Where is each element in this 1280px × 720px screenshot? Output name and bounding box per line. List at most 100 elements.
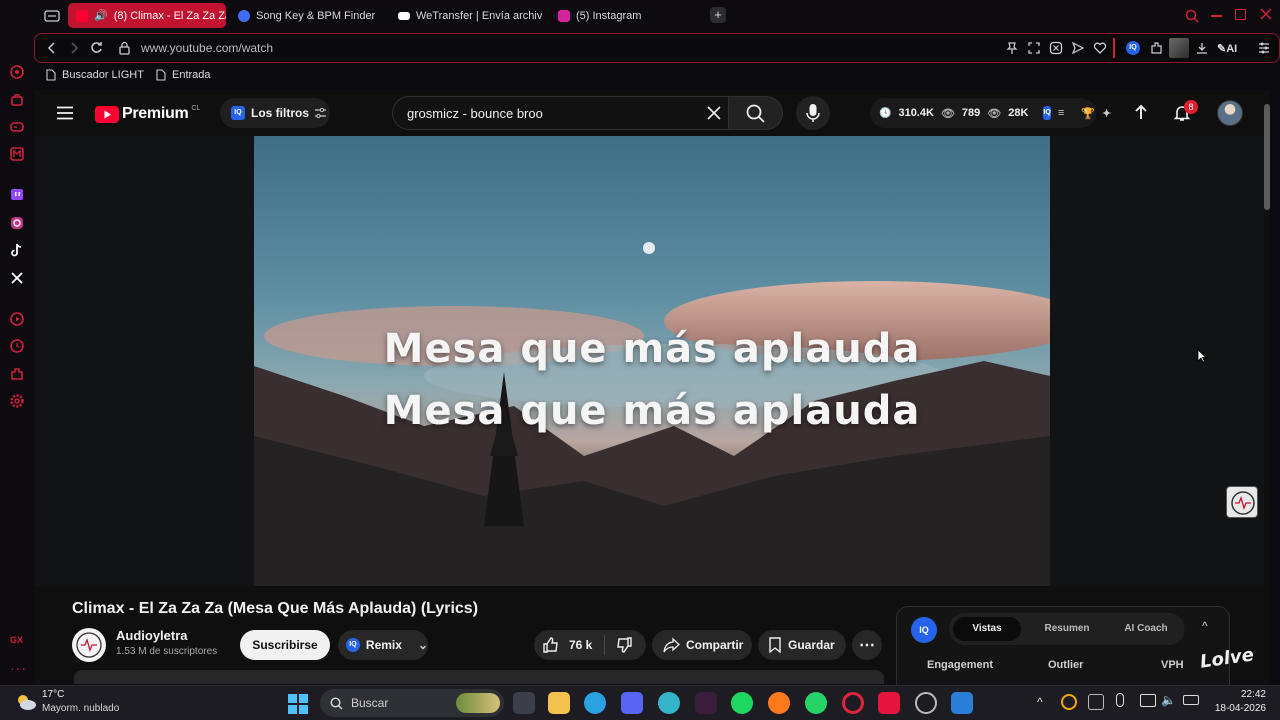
search-input[interactable]: grosmicz - bounce broo (392, 96, 729, 130)
tab-vistas[interactable]: Vistas (953, 617, 1021, 641)
discord-icon[interactable] (621, 692, 643, 714)
new-tab-button[interactable]: + (710, 7, 726, 23)
taskbar-search-box[interactable]: Buscar (320, 689, 504, 717)
adblock-icon[interactable] (1049, 41, 1063, 55)
gamepad-icon[interactable] (9, 119, 25, 135)
tab-youtube[interactable]: 🔊 (8) Climax - El Za Za Za (68, 3, 226, 28)
twitch-icon[interactable] (9, 187, 25, 203)
display-tray-icon[interactable] (1140, 694, 1156, 707)
telegram-icon[interactable] (584, 692, 606, 714)
more-actions-button[interactable]: ⋯ (852, 630, 882, 660)
vegas-app-icon[interactable] (695, 692, 717, 714)
clock-icon: 🕓 (879, 107, 892, 119)
settings-gear-icon[interactable] (9, 393, 25, 409)
profile-thumbnail-icon[interactable] (1169, 38, 1189, 58)
vidiq-extension-icon[interactable]: IQ (1126, 41, 1140, 55)
ai-button[interactable]: ✎AI (1217, 42, 1237, 55)
vidiq-filters-button[interactable]: IQ Los filtros (220, 98, 330, 128)
tab-ai-coach[interactable]: AI Coach (1111, 617, 1181, 641)
weather-cloud-icon[interactable] (15, 692, 37, 712)
vidiq-stats-bar[interactable]: 🕓 310.4K 👁 789 👁 28K IQ ≡ 🏆 ✦ (870, 98, 1111, 128)
workspace-icon[interactable] (9, 92, 25, 108)
sync-tray-icon[interactable] (1061, 694, 1077, 710)
scrollbar-thumb[interactable] (1264, 104, 1270, 210)
battery-tray-icon[interactable] (1183, 695, 1199, 705)
video-details: Climax - El Za Za Za (Mesa Que Más Aplau… (34, 586, 1270, 685)
search-button[interactable] (729, 96, 783, 130)
minimize-button[interactable] (1211, 15, 1222, 17)
tab-instagram[interactable]: (5) Instagram (550, 3, 690, 28)
voice-search-button[interactable] (796, 96, 830, 130)
clear-search-icon[interactable] (707, 106, 721, 120)
spotify-icon[interactable] (731, 692, 753, 714)
tiktok-icon[interactable] (9, 242, 25, 258)
weather-temp[interactable]: 17°C (42, 689, 64, 700)
wifi-off-tray-icon[interactable] (1088, 694, 1104, 710)
file-explorer-icon[interactable] (548, 692, 570, 714)
tab-resumen[interactable]: Resumen (1033, 617, 1101, 641)
lock-icon[interactable] (119, 41, 130, 55)
share-button[interactable]: Compartir (652, 630, 752, 660)
aria-icon[interactable] (9, 64, 25, 80)
player-icon[interactable] (9, 311, 25, 327)
collapse-chevron-icon[interactable]: ^ (1202, 619, 1208, 633)
instagram-icon[interactable] (9, 215, 25, 231)
vidiq-logo-icon[interactable]: IQ (911, 617, 937, 643)
history-icon[interactable] (9, 338, 25, 354)
photos-app-icon[interactable] (951, 692, 973, 714)
url-field[interactable]: www.youtube.com/watch (141, 41, 273, 55)
tab-menu-icon[interactable] (44, 9, 60, 23)
volume-tray-icon[interactable]: 🔈 (1161, 693, 1176, 707)
clock-time[interactable]: 22:42 (1214, 689, 1266, 700)
video-frame[interactable]: Mesa que más aplauda Mesa que más aplaud… (254, 136, 1050, 586)
heart-icon[interactable] (1093, 41, 1107, 55)
microphone-tray-icon[interactable] (1116, 693, 1124, 707)
bookmark-buscador-light[interactable]: Buscador LIGHT (46, 69, 144, 81)
channel-name[interactable]: Audioyletra (116, 628, 188, 643)
puzzle-extension-icon[interactable] (1149, 41, 1163, 55)
whatsapp-icon[interactable] (805, 692, 827, 714)
page-scrollbar[interactable] (1264, 90, 1270, 685)
search-tabs-icon[interactable] (1185, 9, 1199, 23)
tray-chevron-icon[interactable]: ^ (1037, 695, 1043, 709)
upload-icon[interactable] (1133, 104, 1149, 122)
video-player[interactable]: Mesa que más aplauda Mesa que más aplaud… (36, 136, 1268, 586)
restore-button[interactable] (1235, 9, 1246, 20)
bookmark-entrada[interactable]: Entrada (156, 69, 211, 81)
mail-icon[interactable] (9, 146, 25, 162)
description-box[interactable] (74, 670, 884, 684)
pin-icon[interactable] (1005, 41, 1019, 55)
refresh-app-icon[interactable] (915, 692, 937, 714)
easy-setup-icon[interactable] (1257, 41, 1271, 55)
save-button[interactable]: Guardar (758, 630, 846, 660)
document-icon (156, 69, 166, 81)
tiktok-app-icon[interactable] (878, 692, 900, 714)
clock-date[interactable]: 18-04-2026 (1205, 703, 1266, 714)
like-count[interactable]: 76 k (569, 638, 592, 652)
channel-avatar[interactable] (72, 628, 106, 662)
remix-button[interactable]: IQ Remix ⌄ (338, 630, 428, 660)
tab-songkey[interactable]: Song Key & BPM Finder | (230, 3, 376, 28)
more-icon[interactable]: ··· (10, 660, 27, 676)
extensions-icon[interactable] (9, 366, 25, 382)
task-view-icon[interactable] (513, 692, 535, 714)
firefox-icon[interactable] (768, 692, 790, 714)
download-icon[interactable] (1195, 41, 1209, 55)
back-icon[interactable] (47, 42, 57, 54)
reload-icon[interactable] (90, 41, 103, 54)
windows-start-icon[interactable] (288, 694, 308, 714)
youtube-premium-logo[interactable]: Premium CL (95, 105, 200, 123)
weather-desc[interactable]: Mayorm. nublado (42, 703, 119, 714)
tab-wetransfer[interactable]: WeTransfer | Envía archivo (390, 3, 542, 28)
subscribe-button[interactable]: Suscribirse (240, 630, 330, 660)
forward-icon[interactable] (69, 42, 79, 54)
account-avatar[interactable] (1217, 100, 1243, 126)
clavier-app-icon[interactable] (658, 692, 680, 714)
snapshot-icon[interactable] (1027, 41, 1041, 55)
close-window-button[interactable] (1260, 7, 1272, 21)
channel-watermark-icon[interactable] (1226, 486, 1258, 518)
send-icon[interactable] (1071, 41, 1085, 55)
hamburger-menu-icon[interactable] (57, 106, 73, 120)
x-twitter-icon[interactable] (9, 270, 25, 286)
opera-gx-icon[interactable] (842, 692, 864, 714)
